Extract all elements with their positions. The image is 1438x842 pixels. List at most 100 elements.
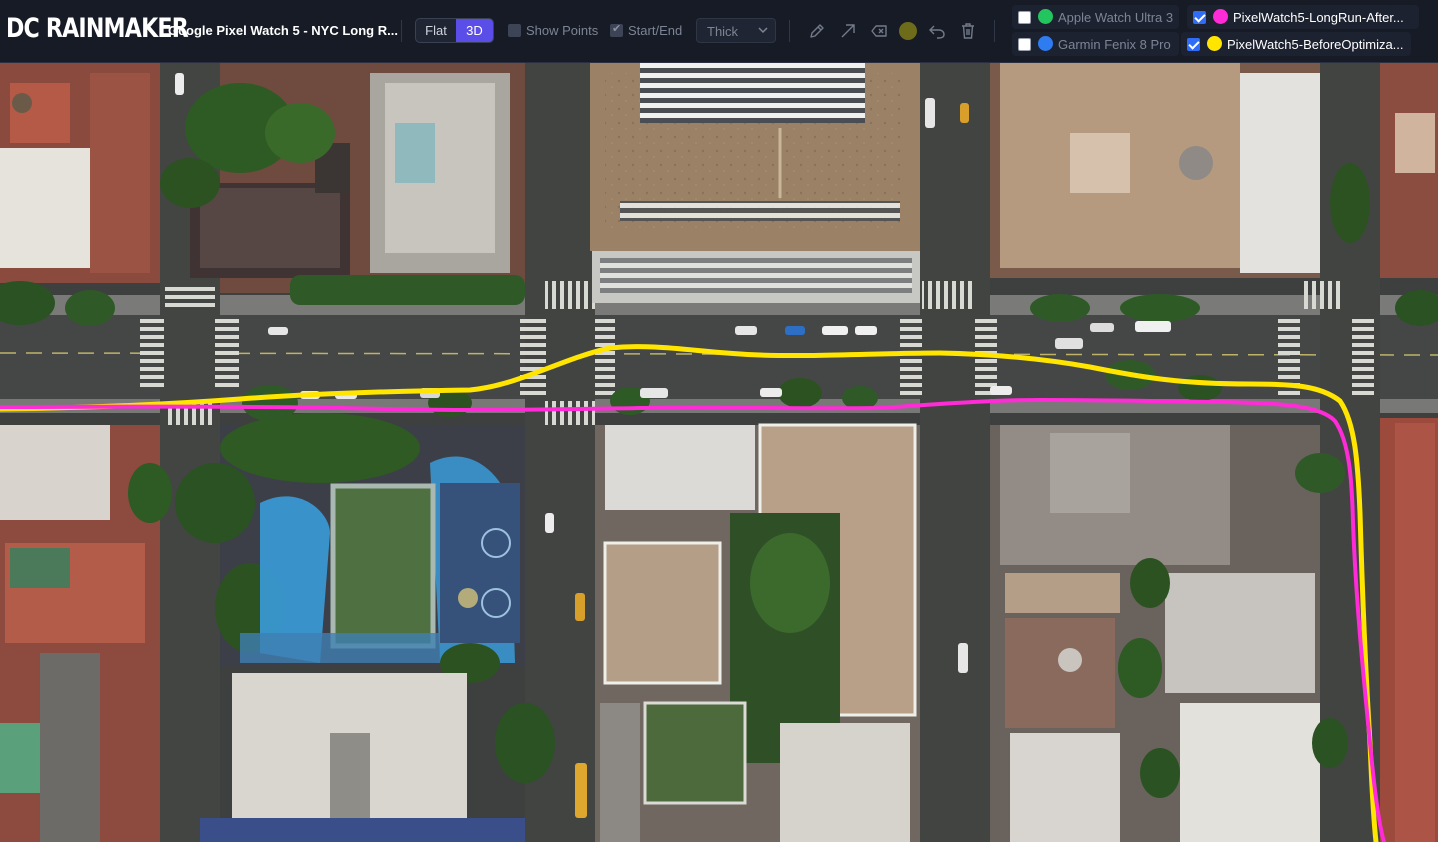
building-roof xyxy=(780,723,910,842)
toolbar-divider xyxy=(994,20,995,42)
crosswalk xyxy=(595,318,615,398)
tree-canopy xyxy=(128,463,172,523)
car xyxy=(822,326,848,335)
building-facade xyxy=(200,818,525,842)
building-roof xyxy=(40,653,100,842)
car xyxy=(855,326,877,335)
building-roof xyxy=(200,188,340,268)
tree-canopy xyxy=(160,158,220,208)
show-points-checkbox[interactable] xyxy=(508,24,521,37)
start-end-checkbox[interactable]: ✔ xyxy=(610,23,623,37)
legend-checkbox[interactable] xyxy=(1193,11,1206,24)
arrow-icon[interactable] xyxy=(838,21,858,41)
legend-item-pixelwatch5-beforeoptimiza[interactable]: PixelWatch5-BeforeOptimiza... xyxy=(1181,32,1411,56)
legend-label: Garmin Fenix 8 Pro xyxy=(1058,37,1171,52)
toolbar-divider xyxy=(789,20,790,42)
building xyxy=(90,73,150,273)
undo-icon[interactable] xyxy=(927,21,947,41)
legend-item-garmin-fenix-8-pro[interactable]: Garmin Fenix 8 Pro xyxy=(1012,32,1179,56)
rooftop-feature xyxy=(1070,133,1130,193)
toolbar-divider xyxy=(401,20,402,42)
building-roof xyxy=(0,148,90,268)
legend-checkbox[interactable] xyxy=(1187,38,1200,51)
car xyxy=(268,327,288,335)
tree-canopy xyxy=(242,385,298,421)
legend-label: PixelWatch5-LongRun-After... xyxy=(1233,10,1404,25)
legend-item-pixelwatch5-longrun-after[interactable]: PixelWatch5-LongRun-After... xyxy=(1187,5,1419,29)
car xyxy=(958,643,968,673)
color-swatch[interactable] xyxy=(899,22,917,40)
legend-item-apple-watch-ultra-3[interactable]: Apple Watch Ultra 3 xyxy=(1012,5,1179,29)
tree-canopy xyxy=(495,703,555,783)
tree-canopy xyxy=(1178,375,1222,401)
building-roof xyxy=(1005,618,1115,728)
playground-mural xyxy=(458,588,478,608)
taxi xyxy=(575,593,585,621)
tree-canopy xyxy=(265,103,335,163)
building-roof xyxy=(1395,423,1435,842)
crosswalk xyxy=(545,281,595,309)
rooftop-tank xyxy=(1179,146,1213,180)
eraser-icon[interactable] xyxy=(869,21,889,41)
view-mode-toggle: Flat 3D xyxy=(415,18,494,43)
line-weight-select[interactable]: Thick xyxy=(696,18,776,43)
legend-checkbox[interactable] xyxy=(1018,11,1031,24)
flat-view-button[interactable]: Flat xyxy=(416,19,456,42)
chevron-down-icon xyxy=(758,27,768,34)
tree-canopy xyxy=(175,463,255,543)
pencil-icon[interactable] xyxy=(807,21,827,41)
legend-label: PixelWatch5-BeforeOptimiza... xyxy=(1227,37,1404,52)
tree-canopy xyxy=(778,378,822,408)
car xyxy=(545,513,554,533)
track-color-dot xyxy=(1038,9,1053,24)
roof-skylight xyxy=(640,63,865,123)
crosswalk xyxy=(545,401,595,425)
trash-icon[interactable] xyxy=(958,21,978,41)
building-roof xyxy=(0,425,110,520)
bus xyxy=(575,763,587,818)
crosswalk xyxy=(1352,318,1374,398)
crosswalk xyxy=(1300,281,1340,309)
top-toolbar: DC RAINMAKER Google Pixel Watch 5 - NYC … xyxy=(0,0,1438,63)
tree-canopy xyxy=(1030,294,1090,322)
tree-row xyxy=(290,275,525,305)
tree-canopy xyxy=(1295,453,1345,493)
building-roof xyxy=(10,83,70,143)
building-roof xyxy=(605,425,755,510)
tree-canopy xyxy=(1330,163,1370,243)
building-roof xyxy=(1005,573,1120,613)
start-end-label: Start/End xyxy=(628,23,683,38)
satellite-map[interactable] xyxy=(0,63,1438,842)
car xyxy=(1090,323,1114,332)
line-weight-value: Thick xyxy=(707,24,739,39)
crosswalk xyxy=(900,318,922,398)
car xyxy=(785,326,805,335)
car xyxy=(990,386,1012,395)
building-roof xyxy=(1395,113,1435,173)
taxi xyxy=(960,103,969,123)
building-roof xyxy=(603,541,722,685)
legend-label: Apple Watch Ultra 3 xyxy=(1058,10,1174,25)
basketball-court xyxy=(440,483,520,643)
tree-canopy xyxy=(750,533,830,633)
water-tower xyxy=(12,93,32,113)
car xyxy=(760,388,782,397)
car xyxy=(925,98,935,128)
car xyxy=(175,73,184,95)
3d-view-button[interactable]: 3D xyxy=(455,19,493,42)
athletic-field xyxy=(330,483,436,649)
tree-canopy xyxy=(220,413,420,483)
building-roof xyxy=(600,703,640,842)
activity-title: Google Pixel Watch 5 - NYC Long R... xyxy=(168,23,398,38)
show-points-label: Show Points xyxy=(526,23,599,38)
track-legend: Apple Watch Ultra 3 PixelWatch5-LongRun-… xyxy=(1011,3,1438,61)
facade-windows xyxy=(600,258,912,293)
legend-checkbox[interactable] xyxy=(1018,38,1031,51)
satellite-imagery xyxy=(0,63,1438,842)
tree-canopy xyxy=(65,290,115,326)
track-color-dot xyxy=(1038,36,1053,51)
crosswalk xyxy=(922,281,972,309)
brand-logo[interactable]: DC RAINMAKER xyxy=(6,13,189,44)
rooftop-garden xyxy=(10,548,70,588)
green-roof xyxy=(0,723,40,793)
